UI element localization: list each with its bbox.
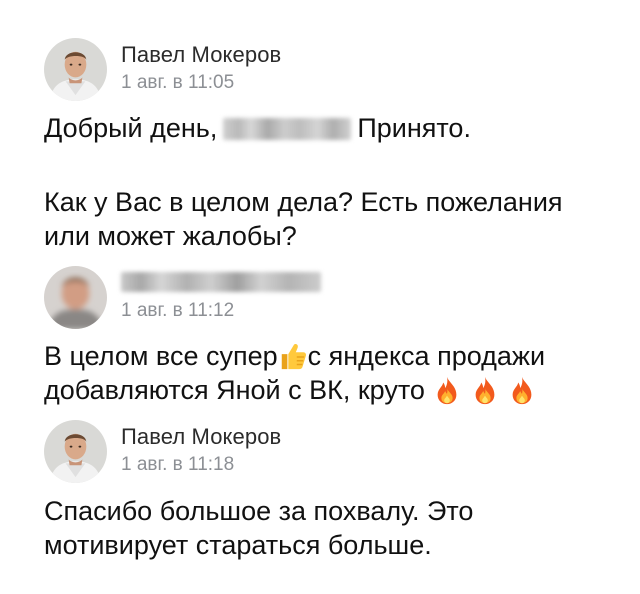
message-time[interactable]: 1 авг. в 11:18 [121, 454, 234, 476]
avatar-pavel[interactable] [44, 38, 107, 101]
avatar-image [44, 420, 107, 483]
text-line1-part2: с яндекса продажи [307, 341, 546, 371]
fire-icon [432, 375, 462, 405]
fire-icon [507, 375, 537, 405]
message-text: Спасибо большое за похвалу. Это мотивиру… [44, 496, 474, 560]
message-text: В целом все супер с яндекса продажи добав… [44, 339, 614, 407]
author-name[interactable]: Павел Мокеров [121, 424, 281, 450]
fire-icon [470, 375, 500, 405]
text-accepted: Принято. [357, 113, 471, 143]
author-name-blurred[interactable] [121, 272, 321, 292]
avatar-pavel[interactable] [44, 420, 107, 483]
message-time[interactable]: 1 авг. в 11:05 [121, 72, 234, 94]
message-text: Добрый день, Принято. [44, 111, 614, 145]
thumbs-up-icon [278, 341, 308, 371]
avatar-image [44, 266, 107, 329]
text-line2: добавляются Яной с ВК, круто [44, 375, 425, 405]
text-line1-part1: В целом все супер [44, 341, 278, 371]
avatar-blurred[interactable] [44, 266, 107, 329]
blurred-name [223, 118, 352, 140]
text-greeting: Добрый день, [44, 113, 218, 143]
message-time[interactable]: 1 авг. в 11:12 [121, 300, 234, 322]
message-text-paragraph: Как у Вас в целом дела? Есть пожелания и… [44, 187, 563, 251]
avatar-image [44, 38, 107, 101]
author-name[interactable]: Павел Мокеров [121, 42, 281, 68]
